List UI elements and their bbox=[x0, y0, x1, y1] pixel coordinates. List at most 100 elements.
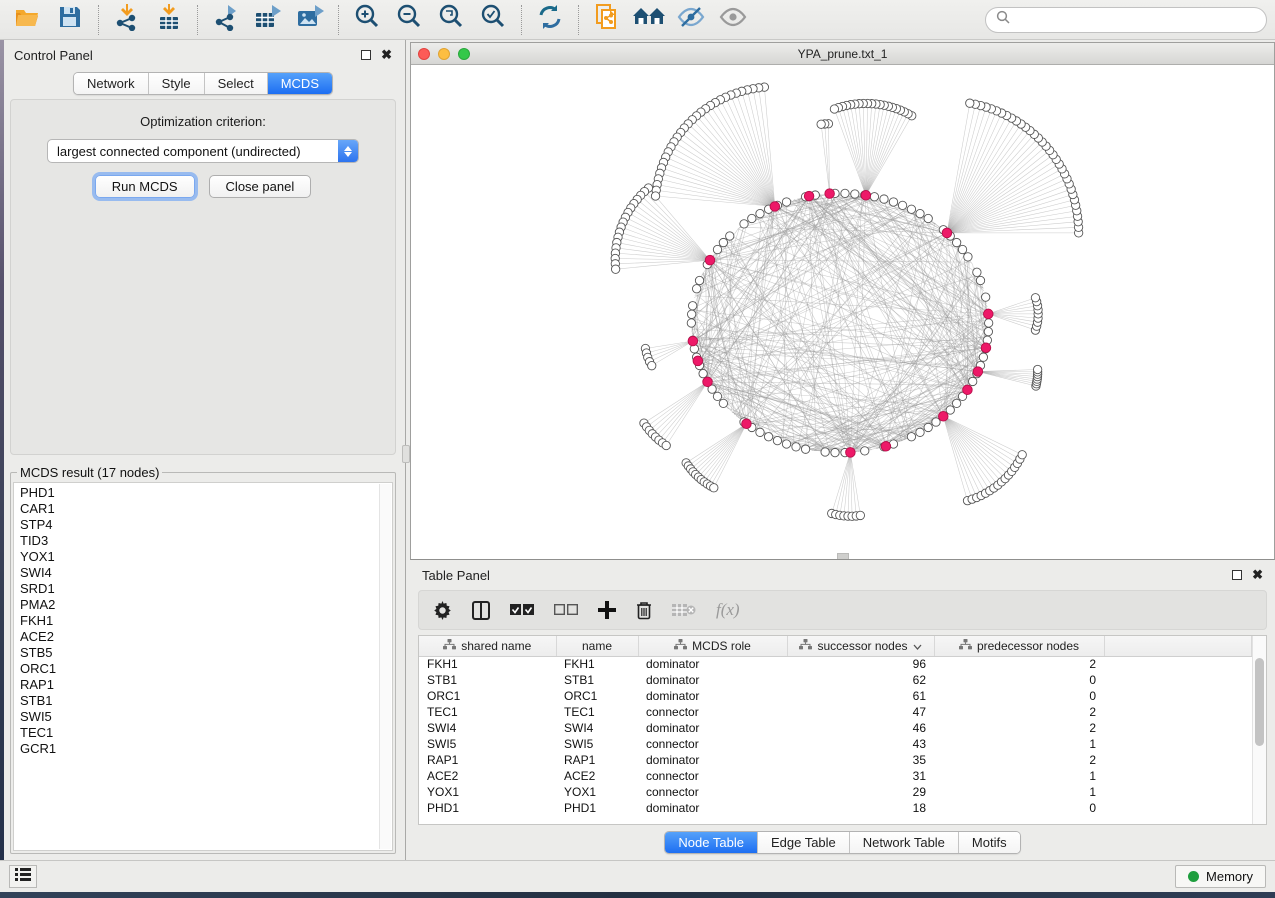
cell-filler bbox=[1104, 736, 1252, 752]
hide-selected-button[interactable] bbox=[671, 3, 711, 37]
mcds-result-item[interactable]: STB5 bbox=[20, 645, 392, 661]
export-network-button[interactable] bbox=[206, 3, 246, 37]
cell-filler bbox=[1104, 720, 1252, 736]
tab-network[interactable]: Network bbox=[74, 73, 149, 94]
mcds-result-item[interactable]: ORC1 bbox=[20, 661, 392, 677]
mcds-result-list[interactable]: PHD1CAR1STP4TID3YOX1SWI4SRD1PMA2FKH1ACE2… bbox=[13, 482, 393, 851]
mcds-result-item[interactable]: CAR1 bbox=[20, 501, 392, 517]
mcds-result-item[interactable]: PMA2 bbox=[20, 597, 392, 613]
mcds-result-item[interactable]: STB1 bbox=[20, 693, 392, 709]
table-row[interactable]: SWI4SWI4dominator462 bbox=[419, 720, 1252, 736]
column-header-MCDS-role[interactable]: MCDS role bbox=[638, 636, 787, 656]
chevron-down-icon[interactable] bbox=[913, 639, 922, 653]
zoom-fit-button[interactable] bbox=[431, 3, 471, 37]
column-header-name[interactable]: name bbox=[556, 636, 638, 656]
refresh-view-button[interactable] bbox=[530, 3, 570, 37]
import-table-button[interactable] bbox=[149, 3, 189, 37]
table-row[interactable]: TEC1TEC1connector472 bbox=[419, 704, 1252, 720]
save-session-button[interactable] bbox=[50, 3, 90, 37]
search-input[interactable] bbox=[1016, 13, 1256, 27]
clone-network-button[interactable] bbox=[587, 3, 627, 37]
mcds-result-item[interactable]: SWI5 bbox=[20, 709, 392, 725]
tab-edge-table[interactable]: Edge Table bbox=[758, 832, 850, 853]
first-neighbors-button[interactable] bbox=[629, 3, 669, 37]
canvas-resize-grip[interactable] bbox=[837, 553, 849, 559]
panel-splitter[interactable] bbox=[402, 40, 410, 860]
network-graph[interactable] bbox=[411, 65, 1274, 559]
function-builder-icon[interactable]: f(x) bbox=[716, 600, 740, 620]
table-row[interactable]: ACE2ACE2connector311 bbox=[419, 768, 1252, 784]
memory-button[interactable]: Memory bbox=[1175, 865, 1266, 888]
zoom-in-button[interactable] bbox=[347, 3, 387, 37]
table-vertical-scrollbar[interactable] bbox=[1252, 636, 1266, 824]
column-header-predecessor-nodes[interactable]: predecessor nodes bbox=[934, 636, 1104, 656]
cell-name: SWI4 bbox=[556, 720, 638, 736]
open-file-button[interactable] bbox=[8, 3, 48, 37]
export-table-button[interactable] bbox=[248, 3, 288, 37]
add-column-icon[interactable] bbox=[598, 601, 616, 619]
network-canvas[interactable] bbox=[411, 65, 1274, 559]
table-settings-gear-icon[interactable] bbox=[433, 601, 452, 620]
scrollbar-thumb[interactable] bbox=[1255, 658, 1264, 746]
run-mcds-button[interactable]: Run MCDS bbox=[95, 175, 195, 198]
table-type-tabs: Node TableEdge TableNetwork TableMotifs bbox=[664, 831, 1020, 854]
cell-mcds_role: connector bbox=[638, 784, 787, 800]
tab-select[interactable]: Select bbox=[205, 73, 268, 94]
mcds-result-item[interactable]: TEC1 bbox=[20, 725, 392, 741]
cell-shared_name: PHD1 bbox=[419, 800, 556, 816]
cell-predecessor_nodes: 1 bbox=[934, 784, 1104, 800]
tab-motifs[interactable]: Motifs bbox=[959, 832, 1020, 853]
mcds-result-item[interactable]: YOX1 bbox=[20, 549, 392, 565]
mcds-result-item[interactable]: FKH1 bbox=[20, 613, 392, 629]
criterion-dropdown[interactable]: largest connected component (undirected) bbox=[47, 139, 359, 163]
mcds-result-item[interactable]: RAP1 bbox=[20, 677, 392, 693]
table-row[interactable]: YOX1YOX1connector291 bbox=[419, 784, 1252, 800]
eye-slash-icon bbox=[676, 5, 706, 34]
deselect-all-checkboxes-icon[interactable] bbox=[554, 604, 578, 616]
float-panel-icon[interactable] bbox=[361, 50, 371, 60]
close-panel-icon[interactable]: ✖ bbox=[381, 50, 392, 60]
table-row[interactable]: STB1STB1dominator620 bbox=[419, 672, 1252, 688]
table-row[interactable]: FKH1FKH1dominator962 bbox=[419, 656, 1252, 672]
delete-table-icon[interactable] bbox=[672, 603, 696, 617]
import-network-button[interactable] bbox=[107, 3, 147, 37]
column-header-successor-nodes[interactable]: successor nodes bbox=[787, 636, 934, 656]
tab-network-table[interactable]: Network Table bbox=[850, 832, 959, 853]
table-row[interactable]: SWI5SWI5connector431 bbox=[419, 736, 1252, 752]
mcds-result-item[interactable]: TID3 bbox=[20, 533, 392, 549]
cell-predecessor_nodes: 1 bbox=[934, 768, 1104, 784]
show-panels-button[interactable] bbox=[9, 865, 37, 888]
cell-predecessor_nodes: 0 bbox=[934, 800, 1104, 816]
tab-mcds[interactable]: MCDS bbox=[268, 73, 332, 94]
delete-column-icon[interactable] bbox=[636, 601, 652, 620]
column-selector-icon[interactable] bbox=[472, 601, 490, 620]
close-table-panel-icon[interactable]: ✖ bbox=[1252, 570, 1263, 580]
mcds-result-item[interactable]: PHD1 bbox=[20, 485, 392, 501]
show-all-button[interactable] bbox=[713, 3, 753, 37]
zoom-out-button[interactable] bbox=[389, 3, 429, 37]
zoom-fit-icon bbox=[437, 3, 465, 36]
table-row[interactable]: PHD1PHD1dominator180 bbox=[419, 800, 1252, 816]
mcds-result-item[interactable]: GCR1 bbox=[20, 741, 392, 757]
control-panel-title: Control Panel bbox=[14, 48, 93, 63]
tab-node-table[interactable]: Node Table bbox=[665, 832, 758, 853]
tab-style[interactable]: Style bbox=[149, 73, 205, 94]
table-row[interactable]: RAP1RAP1dominator352 bbox=[419, 752, 1252, 768]
zoom-selected-button[interactable] bbox=[473, 3, 513, 37]
close-panel-button[interactable]: Close panel bbox=[209, 175, 312, 198]
mcds-result-item[interactable]: ACE2 bbox=[20, 629, 392, 645]
export-image-button[interactable] bbox=[290, 3, 330, 37]
table-row[interactable]: ORC1ORC1dominator610 bbox=[419, 688, 1252, 704]
network-window-titlebar[interactable]: YPA_prune.txt_1 bbox=[411, 43, 1274, 65]
mcds-result-item[interactable]: STP4 bbox=[20, 517, 392, 533]
cell-mcds_role: dominator bbox=[638, 800, 787, 816]
column-header-shared-name[interactable]: shared name bbox=[419, 636, 556, 656]
float-table-panel-icon[interactable] bbox=[1232, 570, 1242, 580]
mcds-list-scrollbar[interactable] bbox=[379, 484, 391, 849]
mcds-result-item[interactable]: SWI4 bbox=[20, 565, 392, 581]
mcds-result-item[interactable]: SRD1 bbox=[20, 581, 392, 597]
select-all-checkboxes-icon[interactable] bbox=[510, 604, 534, 616]
splitter-handle[interactable] bbox=[402, 445, 410, 463]
column-label: shared name bbox=[461, 639, 531, 653]
cell-name: SWI5 bbox=[556, 736, 638, 752]
